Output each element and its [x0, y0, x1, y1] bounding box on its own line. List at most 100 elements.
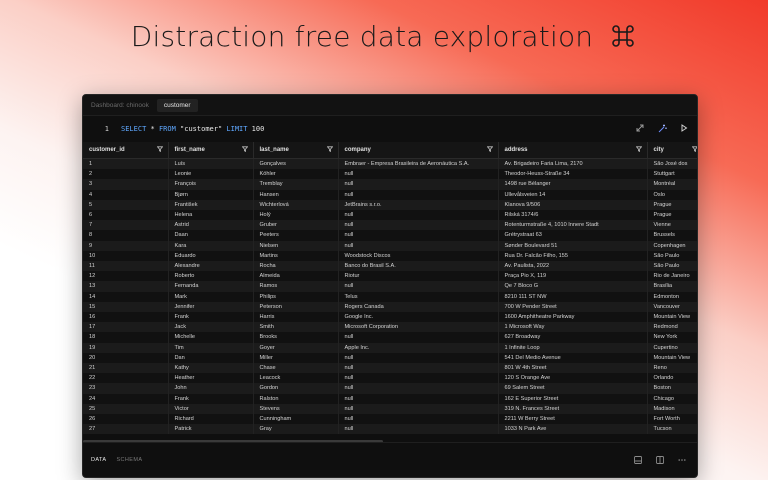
- table-cell-customer-id[interactable]: 6: [83, 210, 169, 221]
- table-row[interactable]: 15 Jennifer Peterson Rogers Canada 700 W Pen…: [83, 301, 697, 313]
- table-cell-city[interactable]: Vienne: [647, 220, 697, 231]
- table-cell-city[interactable]: Cupertino: [647, 342, 697, 353]
- table-cell-last-name[interactable]: Peterson: [253, 301, 339, 313]
- table-cell-company[interactable]: Rogers Canada: [338, 301, 499, 313]
- table-row[interactable]: 6 Helena Holý null Rilská 3174/6 Prague: [83, 210, 697, 221]
- table-cell-last-name[interactable]: Cunningham: [253, 414, 339, 425]
- table-cell-company[interactable]: null: [338, 332, 499, 343]
- column-header-last-name[interactable]: last_name: [253, 142, 339, 159]
- table-cell-customer-id[interactable]: 14: [83, 291, 169, 302]
- tab-schema[interactable]: SCHEMA: [116, 457, 142, 463]
- panel-bottom-icon[interactable]: [633, 455, 643, 465]
- table-cell-customer-id[interactable]: 13: [83, 281, 169, 292]
- table-row[interactable]: 12 Roberto Almeida Riotur Praça Pio X, 119 Ri…: [83, 271, 697, 282]
- table-cell-address[interactable]: Rilská 3174/6: [498, 210, 648, 221]
- table-cell-city[interactable]: Brussels: [647, 230, 697, 241]
- table-cell-last-name[interactable]: Köhler: [253, 169, 339, 180]
- table-cell-first-name[interactable]: Heather: [168, 373, 254, 384]
- table-cell-address[interactable]: 700 W Pender Street: [498, 301, 648, 313]
- table-cell-first-name[interactable]: Leonie: [168, 169, 254, 180]
- table-cell-company[interactable]: Microsoft Corporation: [338, 322, 499, 333]
- tab-data[interactable]: DATA: [91, 457, 106, 463]
- table-cell-customer-id[interactable]: 24: [83, 393, 169, 404]
- table-cell-first-name[interactable]: Fernanda: [168, 281, 254, 292]
- table-cell-company[interactable]: Google Inc.: [338, 312, 499, 323]
- table-cell-last-name[interactable]: Stevens: [253, 403, 339, 415]
- table-row[interactable]: 17 Jack Smith Microsoft Corporation 1 Micros…: [83, 322, 697, 333]
- column-header-city[interactable]: city: [647, 142, 697, 159]
- table-cell-customer-id[interactable]: 8: [83, 230, 169, 241]
- table-row[interactable]: 3 François Tremblay null 1498 rue Bélanger Mo…: [83, 179, 697, 190]
- table-cell-first-name[interactable]: Dan: [168, 352, 254, 364]
- panel-split-icon[interactable]: [655, 455, 665, 465]
- table-cell-address[interactable]: Grétrystraat 63: [498, 230, 648, 241]
- table-row[interactable]: 19 Tim Goyer Apple Inc. 1 Infinite Loop Cuper…: [83, 342, 697, 353]
- table-cell-company[interactable]: Embraer - Empresa Brasileira de Aeronáut…: [338, 158, 499, 170]
- table-cell-customer-id[interactable]: 27: [83, 424, 169, 435]
- column-header-address[interactable]: address: [498, 142, 648, 159]
- table-cell-customer-id[interactable]: 3: [83, 179, 169, 190]
- table-cell-company[interactable]: Telus: [338, 291, 499, 302]
- table-cell-last-name[interactable]: Gordon: [253, 383, 339, 394]
- table-row[interactable]: 2 Leonie Köhler null Theodor-Heuss-Straße 34…: [83, 169, 697, 180]
- table-row[interactable]: 5 František Wichterlová JetBrains s.r.o. Kla…: [83, 199, 697, 211]
- table-cell-first-name[interactable]: Patrick: [168, 424, 254, 435]
- table-cell-city[interactable]: Madison: [647, 403, 697, 415]
- table-cell-address[interactable]: 162 E Superior Street: [498, 393, 648, 404]
- table-cell-company[interactable]: Riotur: [338, 271, 499, 282]
- table-cell-city[interactable]: Rio de Janeiro: [647, 271, 697, 282]
- table-cell-customer-id[interactable]: 21: [83, 363, 169, 374]
- table-cell-city[interactable]: Vancouver: [647, 301, 697, 313]
- table-cell-address[interactable]: 1498 rue Bélanger: [498, 179, 648, 190]
- table-cell-city[interactable]: São José dos: [647, 158, 697, 170]
- tab-dashboard[interactable]: Dashboard: chinook: [91, 102, 149, 109]
- table-cell-company[interactable]: null: [338, 424, 499, 435]
- table-cell-first-name[interactable]: Daan: [168, 230, 254, 241]
- run-icon[interactable]: [679, 123, 689, 133]
- table-row[interactable]: 18 Michelle Brooks null 627 Broadway New York: [83, 332, 697, 343]
- table-cell-city[interactable]: Orlando: [647, 373, 697, 384]
- table-cell-first-name[interactable]: Kara: [168, 240, 254, 251]
- table-cell-first-name[interactable]: Tim: [168, 342, 254, 353]
- table-cell-address[interactable]: Av. Paulista, 2022: [498, 261, 648, 272]
- table-cell-city[interactable]: Reno: [647, 363, 697, 374]
- table-cell-address[interactable]: 2211 W Berry Street: [498, 414, 648, 425]
- table-cell-address[interactable]: Theodor-Heuss-Straße 34: [498, 169, 648, 180]
- table-cell-address[interactable]: 8210 111 ST NW: [498, 291, 648, 302]
- table-row[interactable]: 27 Patrick Gray null 1033 N Park Ave Tucson: [83, 424, 697, 435]
- table-cell-first-name[interactable]: Roberto: [168, 271, 254, 282]
- table-cell-city[interactable]: Montréal: [647, 179, 697, 190]
- table-cell-last-name[interactable]: Almeida: [253, 271, 339, 282]
- filter-icon[interactable]: [691, 146, 697, 154]
- table-cell-company[interactable]: null: [338, 281, 499, 292]
- table-cell-first-name[interactable]: François: [168, 179, 254, 190]
- table-cell-city[interactable]: Oslo: [647, 189, 697, 200]
- table-cell-customer-id[interactable]: 12: [83, 271, 169, 282]
- table-cell-last-name[interactable]: Gonçalves: [253, 158, 339, 170]
- table-cell-company[interactable]: null: [338, 363, 499, 374]
- table-cell-last-name[interactable]: Rocha: [253, 261, 339, 272]
- table-cell-first-name[interactable]: Luís: [168, 158, 254, 170]
- table-cell-city[interactable]: São Paulo: [647, 250, 697, 262]
- table-cell-customer-id[interactable]: 20: [83, 352, 169, 364]
- table-cell-first-name[interactable]: Kathy: [168, 363, 254, 374]
- table-cell-address[interactable]: 1033 N Park Ave: [498, 424, 648, 435]
- table-cell-customer-id[interactable]: 2: [83, 169, 169, 180]
- table-row[interactable]: 21 Kathy Chase null 801 W 4th Street Reno: [83, 363, 697, 374]
- table-cell-address[interactable]: 319 N. Frances Street: [498, 403, 648, 415]
- table-cell-address[interactable]: 120 S Orange Ave: [498, 373, 648, 384]
- table-row[interactable]: 9 Kara Nielsen null Sønder Boulevard 51 Copen…: [83, 240, 697, 251]
- table-cell-last-name[interactable]: Ramos: [253, 281, 339, 292]
- more-icon[interactable]: [677, 455, 687, 465]
- table-cell-last-name[interactable]: Nielsen: [253, 240, 339, 251]
- table-row[interactable]: 25 Victor Stevens null 319 N. Frances Street…: [83, 403, 697, 415]
- table-cell-address[interactable]: Klanova 9/506: [498, 199, 648, 211]
- filter-icon[interactable]: [326, 146, 333, 154]
- expand-icon[interactable]: [635, 123, 645, 133]
- table-cell-company[interactable]: null: [338, 230, 499, 241]
- table-cell-city[interactable]: Redmond: [647, 322, 697, 333]
- table-cell-address[interactable]: 1 Infinite Loop: [498, 342, 648, 353]
- table-cell-address[interactable]: 1 Microsoft Way: [498, 322, 648, 333]
- table-cell-first-name[interactable]: Michelle: [168, 332, 254, 343]
- table-cell-city[interactable]: Chicago: [647, 393, 697, 404]
